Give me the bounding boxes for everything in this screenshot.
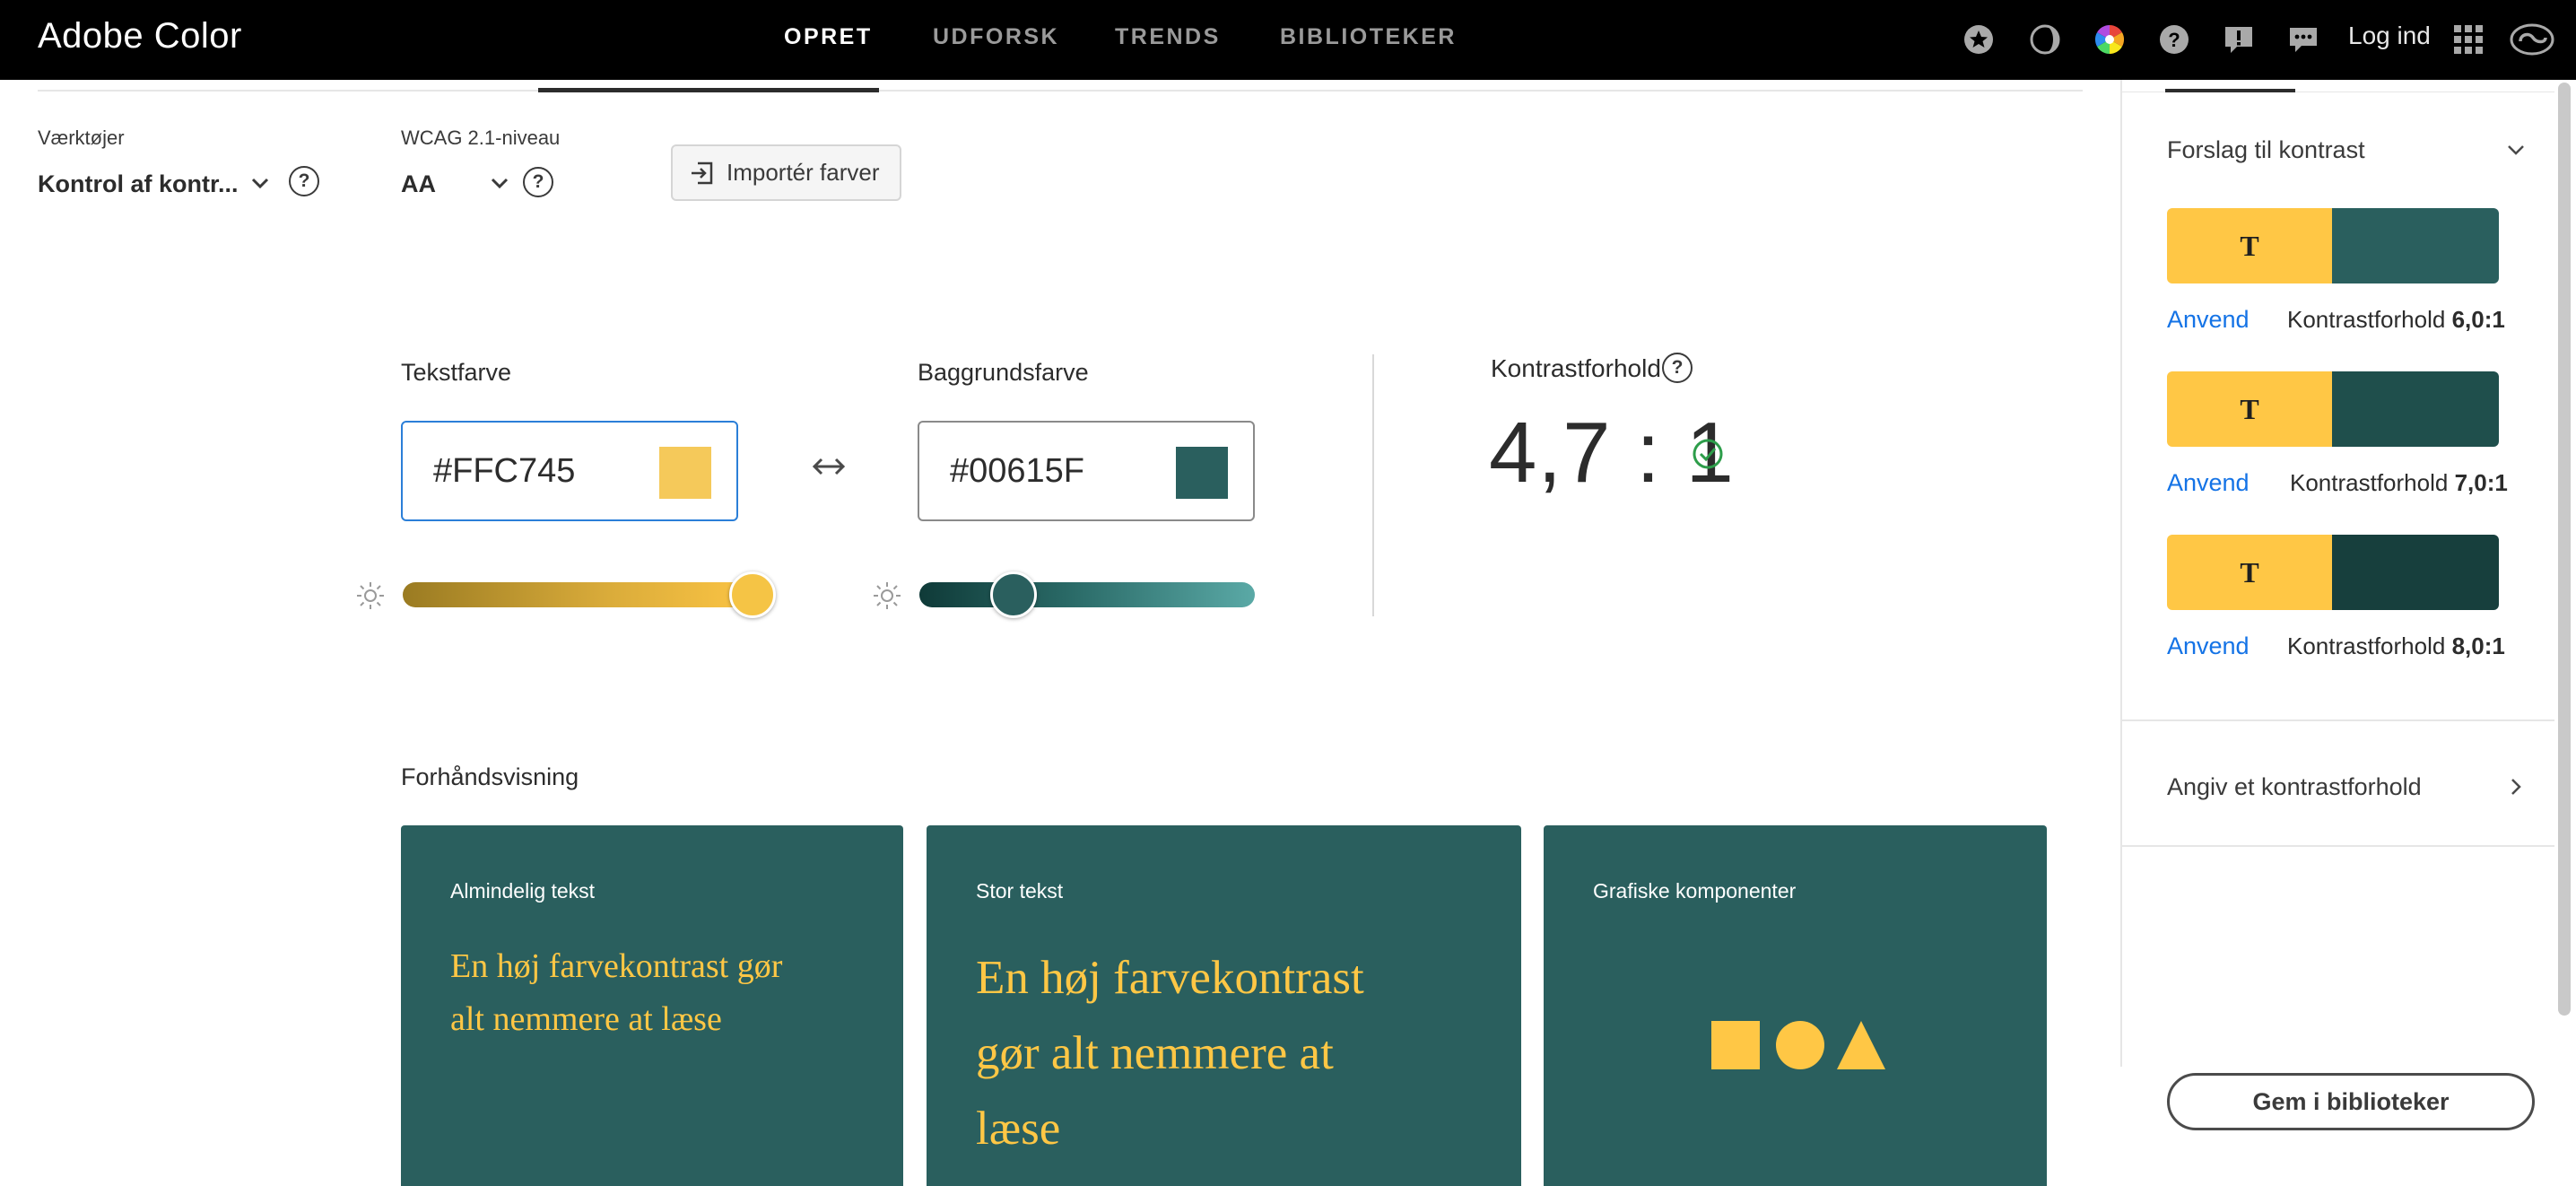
chevron-right-icon[interactable]	[2504, 775, 2528, 798]
background-color-swatch[interactable]	[1176, 447, 1228, 499]
alert-icon[interactable]	[2223, 23, 2255, 56]
wcag-label: WCAG 2.1-niveau	[401, 126, 561, 149]
apply-suggestion-3[interactable]: Anvend	[2167, 632, 2250, 660]
preview-label: Forhåndsvisning	[401, 763, 579, 790]
tab-trends[interactable]: TRENDS	[1115, 24, 1221, 50]
card-title: Stor tekst	[976, 879, 1064, 903]
wcag-help-icon[interactable]: ?	[523, 167, 553, 197]
graphic-shapes	[1711, 1021, 1885, 1069]
suggestion-text-sample: T	[2167, 535, 2332, 610]
tab-divider	[38, 90, 2083, 92]
background-brightness-handle[interactable]	[989, 571, 1037, 618]
active-tab-indicator	[538, 88, 879, 92]
background-color-hex[interactable]: #00615F	[950, 452, 1084, 491]
right-panel-active-tab	[2165, 89, 2295, 92]
tab-opret[interactable]: OPRET	[784, 24, 873, 50]
chat-icon[interactable]	[2287, 23, 2319, 56]
tools-help-icon[interactable]: ?	[289, 166, 319, 196]
suggestion-ratio-1: Kontrastforhold 6,0:1	[2287, 306, 2505, 333]
chevron-down-icon[interactable]	[249, 172, 271, 194]
color-wheel-icon[interactable]	[2093, 23, 2126, 56]
apply-suggestion-1[interactable]: Anvend	[2167, 306, 2250, 334]
normal-text-line-2: alt nemmere at læse	[450, 1000, 722, 1038]
suggestion-text-sample: T	[2167, 371, 2332, 447]
triangle-shape	[1837, 1021, 1885, 1069]
suggestions-header[interactable]: Forslag til kontrast	[2167, 136, 2365, 164]
creative-cloud-icon[interactable]	[2510, 23, 2554, 56]
preview-card-large-text: Stor tekst En høj farvekontrast gør alt …	[927, 825, 1521, 1186]
right-panel-border	[2120, 80, 2122, 1067]
text-brightness-handle[interactable]	[728, 571, 776, 618]
suggestion-ratio-2: Kontrastforhold 7,0:1	[2290, 469, 2508, 496]
chevron-down-icon[interactable]	[2504, 138, 2528, 161]
preview-card-graphics: Grafiske komponenter	[1544, 825, 2047, 1186]
brightness-icon	[874, 582, 901, 609]
text-color-label: Tekstfarve	[401, 359, 512, 386]
large-text-line-1: En høj farvekontrast	[976, 952, 1364, 1004]
text-color-field[interactable]: #FFC745	[401, 421, 738, 521]
background-color-field[interactable]: #00615F	[918, 421, 1255, 521]
normal-text-line-1: En høj farvekontrast gør	[450, 947, 783, 985]
brightness-icon	[357, 582, 384, 609]
suggestion-swatch-3[interactable]: T	[2167, 535, 2499, 610]
card-title: Almindelig tekst	[450, 879, 596, 903]
tab-udforsk[interactable]: UDFORSK	[933, 24, 1059, 50]
divider	[2122, 719, 2554, 721]
swap-colors-icon[interactable]	[811, 453, 847, 480]
save-to-library-button[interactable]: Gem i biblioteker	[2167, 1073, 2535, 1130]
apply-suggestion-2[interactable]: Anvend	[2167, 469, 2250, 497]
large-text-line-2: gør alt nemmere at	[976, 1027, 1334, 1079]
circle-shape	[1776, 1021, 1824, 1069]
large-text-line-3: læse	[976, 1103, 1061, 1155]
suggestion-ratio-3: Kontrastforhold 8,0:1	[2287, 632, 2505, 659]
card-title: Grafiske komponenter	[1593, 879, 1797, 903]
pass-check-icon	[1693, 439, 1723, 469]
set-contrast-ratio-row[interactable]: Angiv et kontrastforhold	[2167, 773, 2422, 801]
text-brightness-slider[interactable]	[403, 582, 770, 607]
tools-label: Værktøjer	[38, 126, 125, 149]
preview-card-normal-text: Almindelig tekst En høj farvekontrast gø…	[401, 825, 903, 1186]
tools-dropdown[interactable]: Kontrol af kontr...	[38, 170, 239, 198]
suggestion-swatch-2[interactable]: T	[2167, 371, 2499, 447]
svg-text:?: ?	[2168, 29, 2180, 51]
divider	[1372, 354, 1374, 616]
square-shape	[1711, 1021, 1760, 1069]
text-color-hex[interactable]: #FFC745	[433, 452, 575, 491]
suggestion-swatch-1[interactable]: T	[2167, 208, 2499, 283]
divider	[2122, 845, 2554, 847]
tab-biblioteker[interactable]: BIBLIOTEKER	[1280, 24, 1457, 50]
contrast-ratio-label: Kontrastforhold	[1491, 354, 1661, 382]
login-link[interactable]: Log ind	[2348, 22, 2431, 50]
text-color-swatch[interactable]	[659, 447, 711, 499]
import-colors-label: Importér farver	[727, 159, 880, 186]
contrast-help-icon[interactable]: ?	[1662, 353, 1693, 383]
apps-grid-icon[interactable]	[2452, 23, 2485, 56]
suggestion-text-sample: T	[2167, 208, 2332, 283]
wcag-dropdown[interactable]: AA	[401, 170, 436, 198]
help-icon[interactable]: ?	[2158, 23, 2190, 56]
import-colors-button[interactable]: Importér farver	[671, 144, 901, 201]
star-icon[interactable]	[1962, 23, 1995, 56]
app-title[interactable]: Adobe Color	[38, 16, 242, 57]
chevron-down-icon[interactable]	[489, 172, 510, 194]
top-navigation-bar: Adobe Color OPRET UDFORSK TRENDS BIBLIOT…	[0, 0, 2576, 80]
background-color-label: Baggrundsfarve	[918, 359, 1089, 386]
import-icon	[692, 161, 713, 184]
background-brightness-slider[interactable]	[919, 582, 1255, 607]
contrast-icon[interactable]	[2029, 23, 2061, 56]
scrollbar[interactable]	[2558, 83, 2571, 1016]
